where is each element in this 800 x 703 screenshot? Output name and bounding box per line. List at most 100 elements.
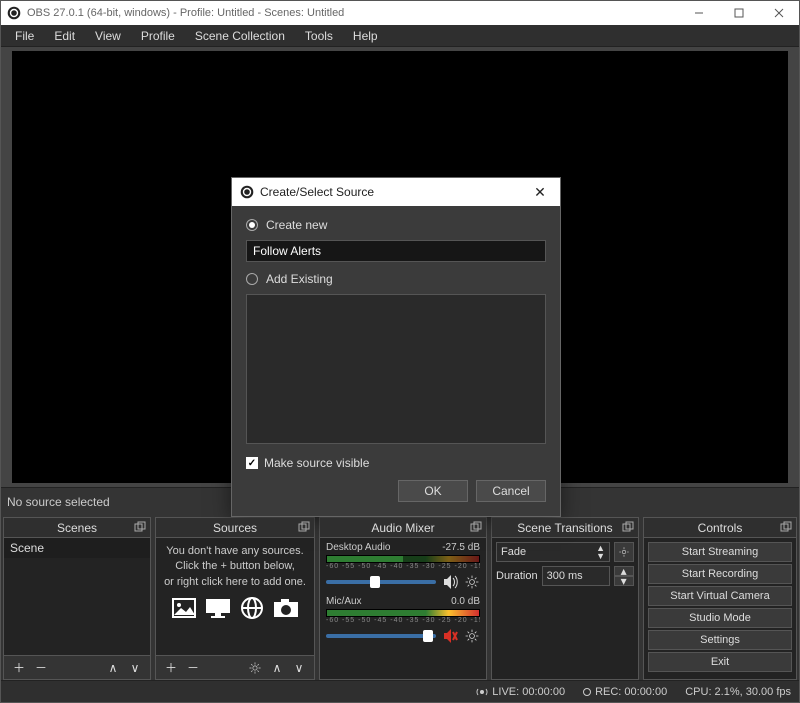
source-up-button[interactable]: ∧ bbox=[266, 658, 288, 678]
audio-mixer-dock: Audio Mixer Desktop Audio -27.5 dB -60 -5… bbox=[319, 517, 487, 680]
gear-icon[interactable] bbox=[464, 574, 480, 590]
dialog-close-button[interactable]: ✕ bbox=[528, 184, 552, 201]
transitions-header: Scene Transitions bbox=[492, 518, 638, 538]
transitions-dock: Scene Transitions Fade▲▼ Duration ▴ ▾ bbox=[491, 517, 639, 680]
start-recording-button[interactable]: Start Recording bbox=[648, 564, 792, 584]
duration-label: Duration bbox=[496, 570, 538, 582]
titlebar: OBS 27.0.1 (64-bit, windows) - Profile: … bbox=[1, 1, 799, 25]
speaker-muted-icon[interactable] bbox=[442, 628, 458, 644]
vu-meter bbox=[326, 555, 480, 563]
transitions-title: Scene Transitions bbox=[517, 521, 612, 535]
scenes-list[interactable]: Scene bbox=[4, 538, 150, 655]
sources-dock: Sources You don't have any sources. Clic… bbox=[155, 517, 315, 680]
remove-scene-button[interactable]: － bbox=[30, 658, 52, 678]
controls-dock: Controls Start Streaming Start Recording… bbox=[643, 517, 797, 680]
ch-level: -27.5 dB bbox=[442, 542, 480, 553]
mixer-body: Desktop Audio -27.5 dB -60 -55 -50 -45 -4… bbox=[320, 538, 486, 679]
sources-header: Sources bbox=[156, 518, 314, 538]
rec-dot-icon bbox=[583, 688, 591, 696]
ch-level: 0.0 dB bbox=[451, 596, 480, 607]
start-streaming-button[interactable]: Start Streaming bbox=[648, 542, 792, 562]
duration-down-button[interactable]: ▾ bbox=[614, 576, 634, 586]
meter-ticks: -60 -55 -50 -45 -40 -35 -30 -25 -20 -15 … bbox=[326, 617, 480, 624]
globe-icon bbox=[238, 596, 266, 620]
start-virtual-camera-button[interactable]: Start Virtual Camera bbox=[648, 586, 792, 606]
menu-view[interactable]: View bbox=[85, 27, 131, 45]
statusbar: LIVE: 00:00:00 REC: 00:00:00 CPU: 2.1%, … bbox=[1, 680, 799, 702]
popout-icon[interactable] bbox=[134, 521, 146, 533]
popout-icon[interactable] bbox=[298, 521, 310, 533]
existing-sources-list[interactable] bbox=[246, 294, 546, 444]
menubar: File Edit View Profile Scene Collection … bbox=[1, 25, 799, 47]
gear-icon[interactable] bbox=[464, 628, 480, 644]
exit-button[interactable]: Exit bbox=[648, 652, 792, 672]
add-source-button[interactable]: ＋ bbox=[160, 658, 182, 678]
menu-scene-collection[interactable]: Scene Collection bbox=[185, 27, 295, 45]
ch-name: Desktop Audio bbox=[326, 542, 391, 553]
remove-source-button[interactable]: － bbox=[182, 658, 204, 678]
sources-list[interactable]: You don't have any sources. Click the + … bbox=[156, 538, 314, 655]
add-existing-radio-row[interactable]: Add Existing bbox=[246, 272, 546, 286]
create-source-dialog: Create/Select Source ✕ Create new Add Ex… bbox=[231, 177, 561, 517]
scene-down-button[interactable]: ∨ bbox=[124, 658, 146, 678]
menu-help[interactable]: Help bbox=[343, 27, 388, 45]
speaker-icon[interactable] bbox=[442, 574, 458, 590]
controls-title: Controls bbox=[698, 521, 743, 535]
menu-edit[interactable]: Edit bbox=[44, 27, 85, 45]
obs-logo-icon bbox=[7, 6, 21, 20]
preview-area: Create/Select Source ✕ Create new Add Ex… bbox=[1, 47, 799, 487]
scene-item[interactable]: Scene bbox=[4, 538, 150, 558]
popout-icon[interactable] bbox=[470, 521, 482, 533]
controls-header: Controls bbox=[644, 518, 796, 538]
volume-slider[interactable] bbox=[326, 580, 436, 584]
sources-title: Sources bbox=[213, 521, 257, 535]
ok-button[interactable]: OK bbox=[398, 480, 468, 502]
ch-name: Mic/Aux bbox=[326, 596, 362, 607]
studio-mode-button[interactable]: Studio Mode bbox=[648, 608, 792, 628]
source-name-input[interactable] bbox=[246, 240, 546, 262]
status-cpu: CPU: 2.1%, 30.00 fps bbox=[685, 686, 791, 698]
source-settings-button[interactable] bbox=[244, 658, 266, 678]
chevron-updown-icon: ▲▼ bbox=[596, 544, 605, 560]
transition-settings-button[interactable] bbox=[614, 542, 634, 562]
close-button[interactable] bbox=[759, 1, 799, 25]
minimize-button[interactable] bbox=[679, 1, 719, 25]
add-scene-button[interactable]: ＋ bbox=[8, 658, 30, 678]
transition-select[interactable]: Fade▲▼ bbox=[496, 542, 610, 562]
mixer-channel-mic: Mic/Aux 0.0 dB -60 -55 -50 -45 -40 -35 -3… bbox=[320, 592, 486, 646]
vu-meter bbox=[326, 609, 480, 617]
display-icon bbox=[204, 596, 232, 620]
scenes-dock: Scenes Scene ＋ － ∧ ∨ bbox=[3, 517, 151, 680]
menu-tools[interactable]: Tools bbox=[295, 27, 343, 45]
make-visible-checkbox-row[interactable]: ✓ Make source visible bbox=[246, 456, 546, 470]
popout-icon[interactable] bbox=[780, 521, 792, 533]
maximize-button[interactable] bbox=[719, 1, 759, 25]
transitions-body: Fade▲▼ Duration ▴ ▾ bbox=[492, 538, 638, 679]
checkbox-icon: ✓ bbox=[246, 457, 258, 469]
dialog-title: Create/Select Source bbox=[260, 185, 374, 199]
settings-button[interactable]: Settings bbox=[648, 630, 792, 650]
status-rec: REC: 00:00:00 bbox=[583, 686, 667, 698]
docks-row: Scenes Scene ＋ － ∧ ∨ Sources You d bbox=[1, 515, 799, 680]
dialog-titlebar: Create/Select Source ✕ bbox=[232, 178, 560, 206]
duration-input[interactable] bbox=[542, 566, 610, 586]
popout-icon[interactable] bbox=[622, 521, 634, 533]
mixer-channel-desktop: Desktop Audio-27.5 dB -60 -55 -50 -45 -4… bbox=[320, 538, 486, 592]
create-new-radio-row[interactable]: Create new bbox=[246, 218, 546, 232]
menu-file[interactable]: File bbox=[5, 27, 44, 45]
gear-icon bbox=[248, 661, 262, 675]
source-down-button[interactable]: ∨ bbox=[288, 658, 310, 678]
volume-slider[interactable] bbox=[326, 634, 436, 638]
scenes-footer: ＋ － ∧ ∨ bbox=[4, 655, 150, 679]
mixer-header: Audio Mixer bbox=[320, 518, 486, 538]
image-icon bbox=[170, 596, 198, 620]
cancel-button[interactable]: Cancel bbox=[476, 480, 546, 502]
mixer-title: Audio Mixer bbox=[371, 521, 434, 535]
scene-up-button[interactable]: ∧ bbox=[102, 658, 124, 678]
status-live: LIVE: 00:00:00 bbox=[476, 686, 565, 698]
sources-empty-message: You don't have any sources. Click the + … bbox=[156, 538, 314, 655]
scenes-title: Scenes bbox=[57, 521, 97, 535]
broadcast-icon bbox=[476, 686, 488, 698]
controls-body: Start Streaming Start Recording Start Vi… bbox=[644, 538, 796, 679]
menu-profile[interactable]: Profile bbox=[131, 27, 185, 45]
